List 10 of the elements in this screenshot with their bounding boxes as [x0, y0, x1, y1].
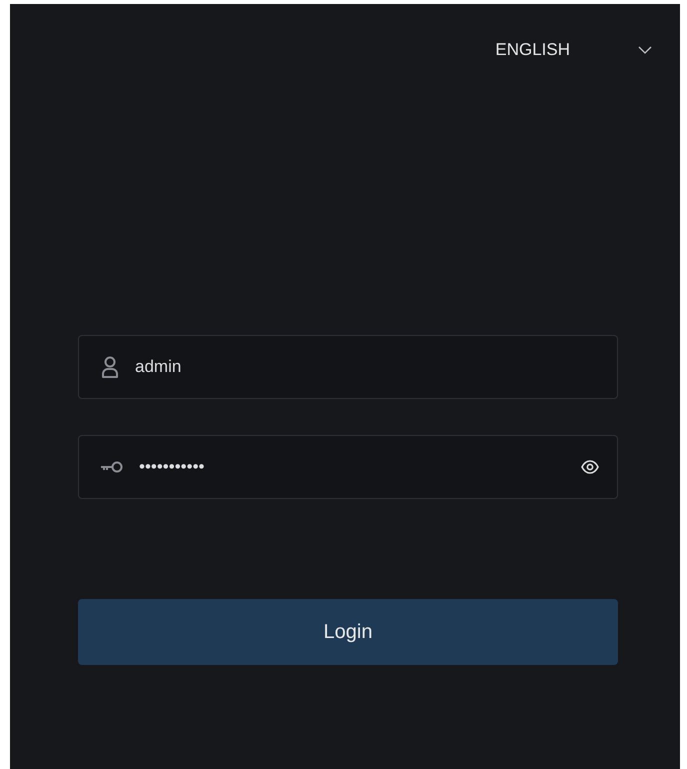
- user-icon: [101, 356, 119, 378]
- username-input[interactable]: admin: [135, 357, 599, 377]
- chevron-down-icon: [638, 46, 652, 54]
- key-icon: [101, 461, 123, 473]
- login-button[interactable]: Login: [78, 599, 618, 665]
- password-field[interactable]: •••••••••••: [78, 435, 618, 499]
- username-field[interactable]: admin: [78, 335, 618, 399]
- eye-icon[interactable]: [581, 460, 599, 474]
- password-input[interactable]: •••••••••••: [139, 457, 565, 477]
- language-dropdown[interactable]: ENGLISH: [495, 40, 652, 60]
